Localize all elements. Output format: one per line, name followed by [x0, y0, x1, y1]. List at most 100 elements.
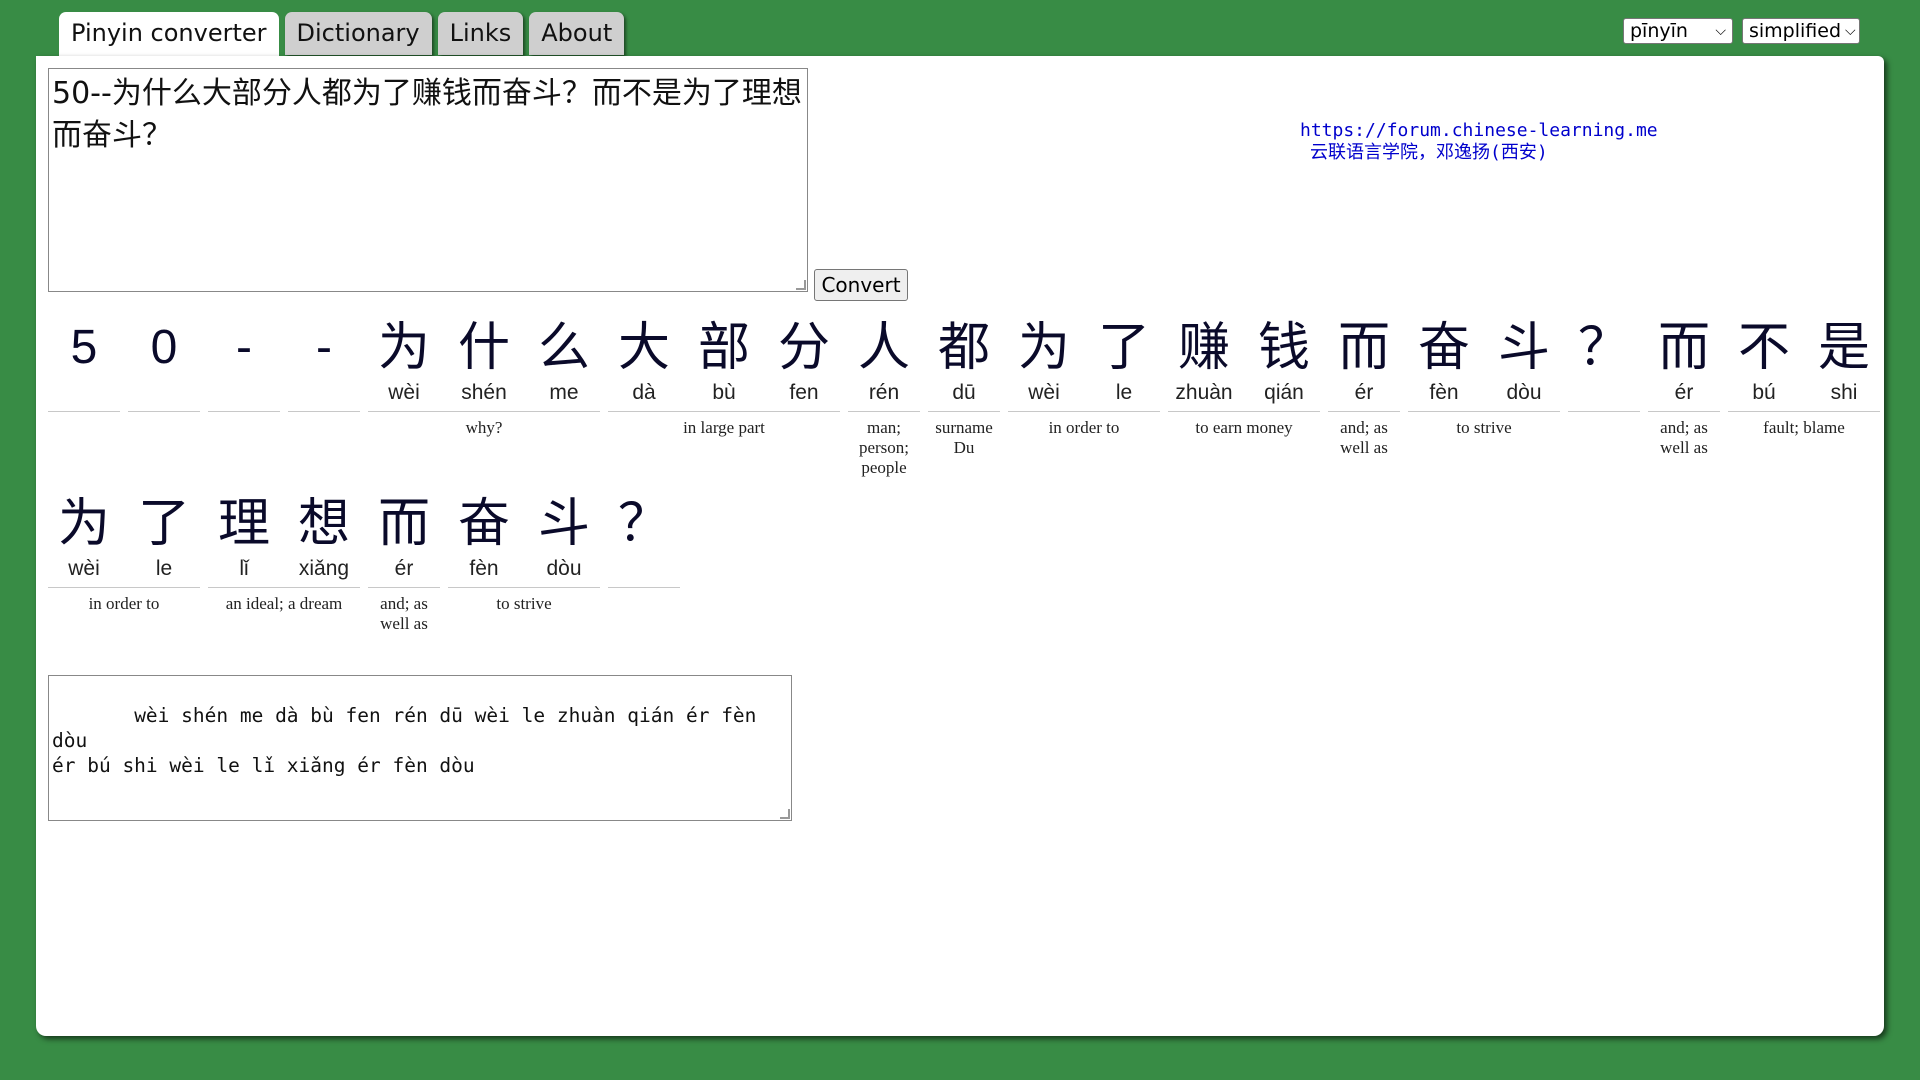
- char-cell[interactable]: 5: [48, 318, 120, 408]
- romanization-select[interactable]: pīnyīn ⌵: [1623, 18, 1733, 44]
- word-group: and; as well as: [1328, 411, 1400, 478]
- definition-text: [48, 412, 120, 418]
- pinyin-label: [1568, 378, 1640, 408]
- char-cell[interactable]: 为 wèi: [368, 318, 440, 408]
- definition-text: [128, 412, 200, 418]
- hanzi-char: 奋: [457, 494, 510, 554]
- hanzi-char: 是: [1817, 318, 1870, 378]
- pinyin-label: rén: [868, 381, 900, 404]
- char-cell[interactable]: 为 wèi: [1008, 318, 1080, 408]
- char-cell[interactable]: 赚 zhuàn: [1168, 318, 1240, 408]
- pinyin-label: shi: [1830, 381, 1858, 404]
- hanzi-char: 分: [777, 318, 830, 378]
- definition-text: in order to: [1048, 418, 1120, 437]
- definition-text: and; as well as: [1660, 418, 1708, 457]
- word-group: and; as well as: [1648, 411, 1720, 478]
- char-cell[interactable]: 为 wèi: [48, 494, 120, 584]
- pinyin-output-textarea[interactable]: wèi shén me dà bù fen rén dū wèi le zhuà…: [48, 675, 792, 821]
- resize-handle-icon[interactable]: [796, 280, 806, 290]
- char-cell[interactable]: 想 xiǎng: [288, 494, 360, 584]
- tab-links[interactable]: Links: [437, 12, 524, 55]
- hanzi-char: 不: [1737, 318, 1790, 378]
- char-cell[interactable]: ？: [608, 494, 680, 584]
- definition-text: [1568, 412, 1640, 418]
- pinyin-label: wèi: [1028, 381, 1060, 404]
- definition-text: in large part: [683, 418, 765, 437]
- hanzi-char: 什: [457, 318, 510, 378]
- definition-text: and; as well as: [1340, 418, 1388, 457]
- hanzi-char: ？: [617, 494, 670, 554]
- pinyin-label: [288, 378, 360, 408]
- hanzi-char: 奋: [1417, 318, 1470, 378]
- tab-pinyin-converter[interactable]: Pinyin converter: [59, 12, 279, 57]
- char-cell[interactable]: -: [288, 318, 360, 408]
- hanzi-char: 而: [1657, 318, 1710, 378]
- char-cell[interactable]: 0: [128, 318, 200, 408]
- word-group: [48, 411, 120, 478]
- char-cell[interactable]: 理 lǐ: [208, 494, 280, 584]
- char-cell[interactable]: 钱 qián: [1248, 318, 1320, 408]
- char-cell[interactable]: 而 ér: [368, 494, 440, 584]
- char-cell[interactable]: 不 bú: [1728, 318, 1800, 408]
- char-cell[interactable]: 斗 dòu: [528, 494, 600, 584]
- char-cell[interactable]: 么 me: [528, 318, 600, 408]
- word-group: an ideal; a dream: [208, 587, 360, 634]
- hanzi-char: 0: [150, 321, 178, 374]
- definition-text: man; person; people: [858, 418, 910, 477]
- char-cell[interactable]: 部 bù: [688, 318, 760, 408]
- chevron-down-icon: ⌵: [1715, 23, 1726, 39]
- chinese-input-textarea[interactable]: 50--为什么大部分人都为了赚钱而奋斗？而不是为了理想而奋斗？: [48, 68, 808, 292]
- pinyin-label: lǐ: [239, 557, 249, 580]
- definition-text: [608, 588, 680, 594]
- convert-button[interactable]: Convert: [814, 269, 908, 301]
- pinyin-label: dū: [952, 381, 976, 404]
- pinyin-label: xiǎng: [298, 557, 350, 580]
- char-cell[interactable]: 都 dū: [928, 318, 1000, 408]
- pinyin-label: wèi: [68, 557, 100, 580]
- char-cell[interactable]: 了 le: [1088, 318, 1160, 408]
- tab-dictionary[interactable]: Dictionary: [284, 12, 432, 55]
- definition-text: fault; blame: [1763, 418, 1845, 437]
- hanzi-char: 部: [697, 318, 750, 378]
- char-cell[interactable]: 什 shén: [448, 318, 520, 408]
- word-group: in order to: [48, 587, 200, 634]
- hanzi-char: 为: [57, 494, 110, 554]
- definition-text: why?: [465, 418, 503, 437]
- pinyin-label: ér: [1674, 381, 1694, 404]
- char-cell[interactable]: -: [208, 318, 280, 408]
- char-cell[interactable]: 奋 fèn: [1408, 318, 1480, 408]
- hanzi-char: 而: [1337, 318, 1390, 378]
- pinyin-label: [48, 378, 120, 408]
- word-group: [288, 411, 360, 478]
- word-group: why?: [368, 411, 600, 478]
- pinyin-label: wèi: [388, 381, 420, 404]
- word-group: in large part: [608, 411, 840, 478]
- romanization-value: pīnyīn: [1630, 20, 1688, 42]
- char-cell[interactable]: 而 ér: [1328, 318, 1400, 408]
- char-cell[interactable]: 大 dà: [608, 318, 680, 408]
- resize-handle-icon[interactable]: [780, 809, 790, 819]
- char-cell[interactable]: 人 rén: [848, 318, 920, 408]
- char-cell[interactable]: 了 le: [128, 494, 200, 584]
- forum-link[interactable]: https://forum.chinese-learning.me: [1300, 120, 1658, 142]
- char-cell[interactable]: ？: [1568, 318, 1640, 408]
- definition-row-1: why? in large part man; person; people surn…: [48, 411, 1888, 478]
- char-cell[interactable]: 奋 fèn: [448, 494, 520, 584]
- pinyin-label: ér: [394, 557, 414, 580]
- pinyin-label: le: [1115, 381, 1133, 404]
- script-select[interactable]: simplified ⌵: [1742, 18, 1860, 44]
- char-cell[interactable]: 分 fen: [768, 318, 840, 408]
- pinyin-label: shén: [461, 381, 507, 404]
- definition-text: to strive: [496, 594, 552, 613]
- definition-text: [208, 412, 280, 418]
- tab-about[interactable]: About: [529, 12, 625, 55]
- char-cell[interactable]: 而 ér: [1648, 318, 1720, 408]
- char-cell[interactable]: 是 shi: [1808, 318, 1880, 408]
- hanzi-char: 钱: [1257, 318, 1310, 378]
- hanzi-char: 赚: [1177, 318, 1230, 378]
- word-group: [1568, 411, 1640, 478]
- credit-org: 云联语言学院，邓逸扬(西安): [1310, 142, 1548, 163]
- word-group: man; person; people: [848, 411, 920, 478]
- char-cell[interactable]: 斗 dòu: [1488, 318, 1560, 408]
- hanzi-char: 为: [1017, 318, 1070, 378]
